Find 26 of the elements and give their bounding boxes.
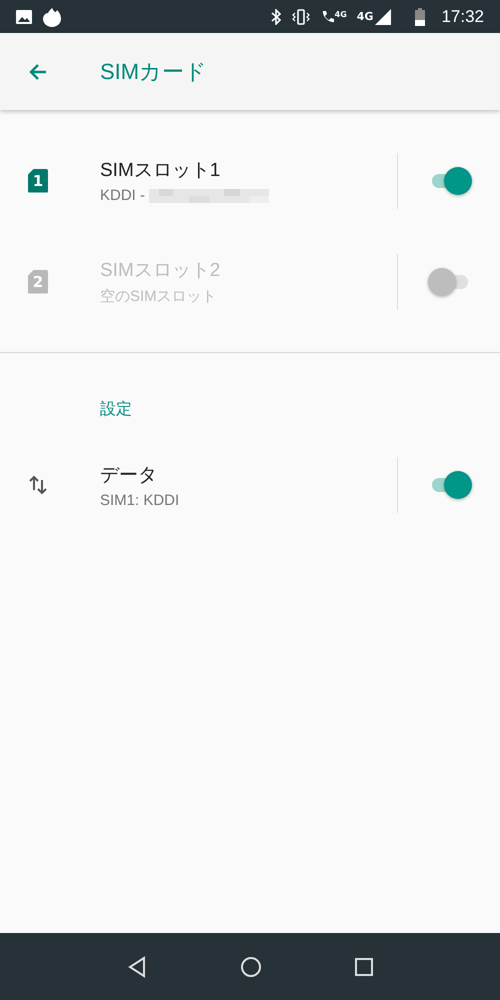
battery-icon xyxy=(415,8,426,26)
setting-summary: SIM1: KDDI xyxy=(100,492,180,508)
bluetooth-icon xyxy=(270,8,281,24)
slot-carrier: 空のSIMスロット xyxy=(100,287,217,306)
recents-icon[interactable] xyxy=(354,956,374,976)
sim-card-icon: 2 xyxy=(28,270,48,294)
slot-title: SIMスロット2 xyxy=(100,259,222,283)
signal-icon xyxy=(375,8,392,24)
network-label: 4G xyxy=(334,10,347,18)
vibrate-icon xyxy=(290,8,311,24)
screen-title: SIMカード xyxy=(100,58,208,86)
image-icon xyxy=(16,10,32,24)
setting-item[interactable]: データ SIM1: KDDI xyxy=(0,434,500,536)
home-icon[interactable] xyxy=(240,956,262,978)
data-transfer-icon xyxy=(28,474,48,496)
sim-slot-item[interactable]: 1 SIMスロット1 KDDI - xyxy=(0,130,500,231)
slot-title: SIMスロット1 xyxy=(100,159,222,183)
back-icon[interactable] xyxy=(126,956,148,978)
slot-carrier: KDDI - xyxy=(100,187,146,204)
flame-icon xyxy=(42,6,62,26)
sim-card-icon: 1 xyxy=(28,168,48,192)
phone-icon xyxy=(320,10,335,24)
clock: 17:32 xyxy=(441,6,484,26)
section-header: 設定 xyxy=(100,399,133,420)
network-label: 4G xyxy=(356,10,374,23)
setting-title: データ xyxy=(100,464,158,488)
